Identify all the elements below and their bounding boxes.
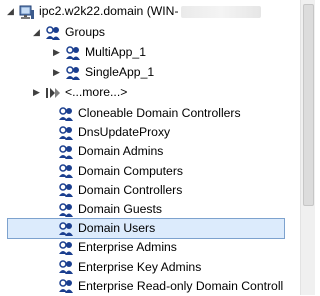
tree-node-group-item-label: DnsUpdateProxy xyxy=(78,125,171,140)
tree-root-node[interactable]: ◢ ipc2.w2k22.domain (WIN- xyxy=(6,2,261,21)
tree-node-group-item-label: Domain Guests xyxy=(78,202,162,216)
tree-node-group-item[interactable]: DnsUpdateProxy xyxy=(58,123,170,142)
group-icon xyxy=(59,106,73,121)
tree-node-singleapp-label: SingleApp_1 xyxy=(85,65,155,79)
tree-node-groups[interactable]: ◢ Groups xyxy=(32,23,105,42)
tree-node-group-item-label: Cloneable Domain Controllers xyxy=(78,106,241,120)
collapsed-arrow-icon[interactable]: ▶ xyxy=(32,88,41,97)
group-icon xyxy=(59,164,73,179)
group-icon xyxy=(59,183,73,198)
tree-node-group-item[interactable]: Enterprise Key Admins xyxy=(58,258,201,277)
tree-node-group-item[interactable]: Enterprise Read-only Domain Controll xyxy=(58,277,283,296)
tree-node-group-item[interactable]: Domain Computers xyxy=(58,162,183,181)
tree-node-group-item-label: Domain Users xyxy=(78,221,156,236)
group-icon xyxy=(59,145,73,159)
tree-node-group-item[interactable]: Enterprise Admins xyxy=(58,238,177,257)
group-icon xyxy=(59,241,73,255)
tree-node-group-item-label: Enterprise Key Admins xyxy=(78,259,202,274)
tree-node-more[interactable]: ▶ <...more...> xyxy=(32,83,127,102)
group-icon xyxy=(66,45,80,60)
tree-node-group-item[interactable]: Domain Controllers xyxy=(58,181,182,200)
expanded-arrow-icon[interactable]: ◢ xyxy=(32,28,41,37)
tree-node-group-item-label: Domain Admins xyxy=(78,144,164,159)
tree-node-group-item-label: Enterprise Admins xyxy=(78,240,177,255)
tree-node-group-item-label: Domain Computers xyxy=(78,163,183,178)
tree-node-group-item-selected[interactable]: Domain Users xyxy=(7,218,285,240)
tree-node-multiapp-label: MultiApp_1 xyxy=(85,45,146,59)
tree-node-group-item[interactable]: Domain Admins xyxy=(58,142,163,161)
tree-node-groups-label: Groups xyxy=(65,25,105,39)
group-icon xyxy=(59,125,73,140)
group-icon xyxy=(59,260,73,275)
collapsed-arrow-icon[interactable]: ▶ xyxy=(52,48,61,57)
scrollbar-thumb[interactable] xyxy=(303,4,314,206)
tree-node-group-item[interactable]: Cloneable Domain Controllers xyxy=(58,104,241,123)
tree-node-multiapp[interactable]: ▶ MultiApp_1 xyxy=(52,43,146,62)
group-icon xyxy=(66,65,80,80)
tree-node-group-item-label: Enterprise Read-only Domain Controll xyxy=(78,278,284,293)
more-icon xyxy=(46,87,60,98)
tree-node-group-item-label: Domain Controllers xyxy=(78,182,183,197)
group-icon xyxy=(59,221,73,236)
tree-view[interactable]: ◢ ipc2.w2k22.domain (WIN- ◢ Groups ▶ Mul… xyxy=(0,0,300,295)
vertical-scrollbar[interactable] xyxy=(300,0,315,295)
tree-node-more-label: <...more...> xyxy=(65,85,128,99)
redacted-server-name xyxy=(180,5,261,18)
group-icon xyxy=(46,25,60,40)
collapsed-arrow-icon[interactable]: ▶ xyxy=(52,68,61,77)
tree-node-group-item[interactable]: Domain Guests xyxy=(58,200,162,219)
tree-node-singleapp[interactable]: ▶ SingleApp_1 xyxy=(52,63,154,82)
expanded-arrow-icon[interactable]: ◢ xyxy=(6,7,15,16)
group-icon xyxy=(59,279,73,294)
group-icon xyxy=(59,202,73,217)
tree-root-label: ipc2.w2k22.domain (WIN- xyxy=(39,4,179,18)
server-icon xyxy=(19,5,34,19)
